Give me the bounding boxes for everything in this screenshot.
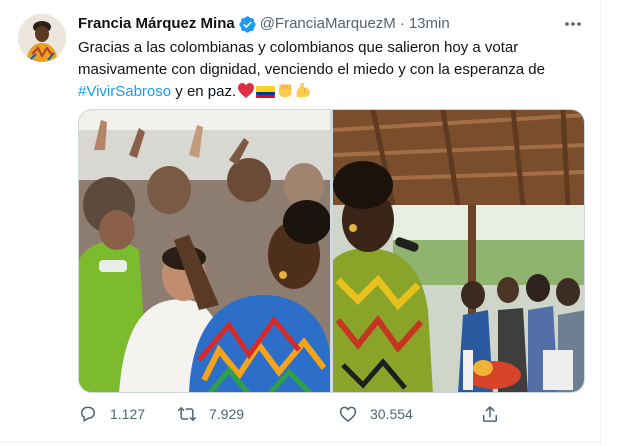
tweet-media[interactable] bbox=[78, 109, 585, 393]
tweet-text-main: Gracias a las colombianas y colombianos … bbox=[78, 39, 545, 78]
photo-crowd-embrace bbox=[79, 110, 330, 392]
verified-badge-icon bbox=[239, 15, 256, 33]
hashtag-link[interactable]: #VivirSabroso bbox=[78, 83, 171, 100]
retweet-icon bbox=[177, 407, 197, 421]
tweet-text-end: y en paz. bbox=[175, 83, 237, 100]
like-button[interactable]: 30.554 bbox=[338, 402, 413, 426]
share-button[interactable] bbox=[480, 402, 500, 426]
reply-icon bbox=[80, 406, 96, 422]
share-icon bbox=[483, 406, 497, 422]
tweet-timestamp[interactable]: 13min bbox=[409, 14, 450, 34]
avatar[interactable] bbox=[18, 14, 66, 62]
like-count: 30.554 bbox=[370, 406, 413, 422]
tweet-card[interactable]: Francia Márquez Mina @FranciaMarquezM · … bbox=[0, 0, 626, 446]
more-dots-icon bbox=[565, 22, 581, 26]
retweet-count: 7.929 bbox=[209, 406, 245, 422]
heart-icon bbox=[339, 406, 357, 423]
red-heart-icon bbox=[238, 83, 255, 98]
retweet-button[interactable]: 7.929 bbox=[177, 402, 244, 426]
header-separator: · bbox=[399, 15, 405, 32]
author-name[interactable]: Francia Márquez Mina bbox=[78, 14, 235, 34]
tweet-divider bbox=[0, 442, 600, 443]
colombia-flag-icon bbox=[256, 86, 276, 98]
more-options-button[interactable] bbox=[562, 14, 584, 34]
author-handle[interactable]: @FranciaMarquezM bbox=[260, 14, 396, 34]
media-photo-1[interactable] bbox=[79, 110, 330, 392]
reply-button[interactable]: 1.127 bbox=[78, 402, 145, 426]
profile-photo bbox=[18, 14, 66, 62]
flexed-biceps-icon bbox=[296, 82, 311, 98]
tweet-header: Francia Márquez Mina @FranciaMarquezM · … bbox=[78, 14, 450, 34]
tweet-text: Gracias a las colombianas y colombianos … bbox=[78, 37, 588, 103]
timeline-divider bbox=[600, 0, 601, 446]
reply-count: 1.127 bbox=[110, 406, 146, 422]
photo-speaker-pavilion bbox=[333, 110, 584, 392]
media-photo-2[interactable] bbox=[333, 110, 584, 392]
raised-fist-icon bbox=[279, 84, 292, 97]
